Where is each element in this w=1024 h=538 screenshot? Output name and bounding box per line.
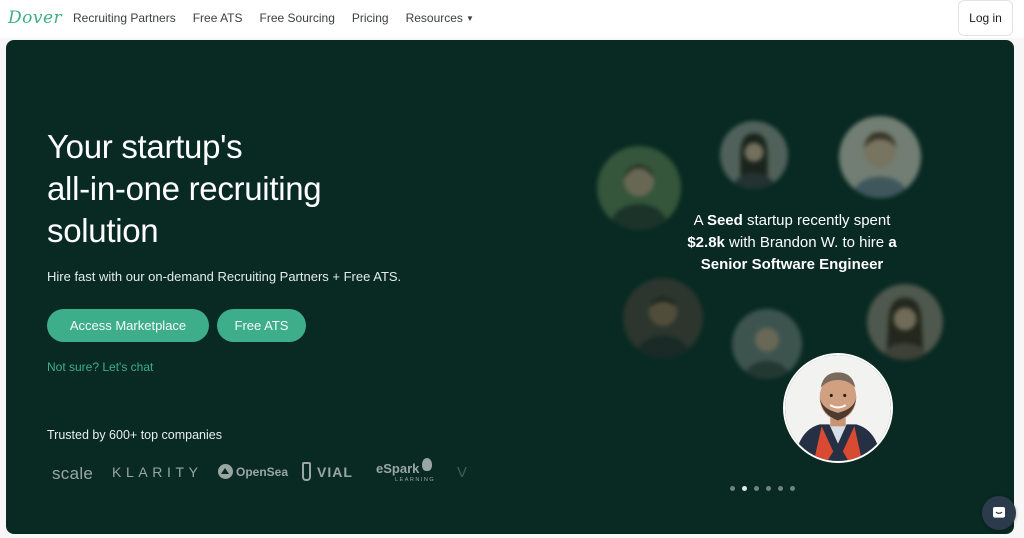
hero-headline: Your startup's all-in-one recruiting sol…	[47, 126, 467, 252]
hero-subhead: Hire fast with our on-demand Recruiting …	[47, 269, 402, 284]
testimonial-text: A Seed startup recently spent $2.8k with…	[644, 210, 940, 276]
carousel-dot[interactable]	[766, 486, 771, 491]
carousel-dot[interactable]	[778, 486, 783, 491]
opensea-logo-text: OpenSea	[236, 464, 289, 479]
candidate-avatar-blurred	[867, 284, 943, 360]
login-button[interactable]: Log in	[958, 0, 1013, 36]
carousel-dot[interactable]	[754, 486, 759, 491]
recruiter-photo	[783, 353, 893, 463]
candidate-avatar-blurred	[732, 309, 802, 379]
nav-link-resources-label: Resources	[405, 11, 463, 25]
hero-section: Your startup's all-in-one recruiting sol…	[6, 40, 1014, 534]
caret-down-icon: ▼	[465, 14, 474, 23]
lets-chat-link[interactable]: Not sure? Let's chat	[47, 360, 153, 374]
testimonial-article: a	[888, 234, 897, 251]
nav-links: Recruiting Partners Free ATS Free Sourci…	[73, 11, 474, 25]
testimonial-role: Senior Software Engineer	[700, 256, 884, 273]
company-logos: scale KLARITY OpenSea VIAL eSpark LEARNI…	[52, 456, 470, 492]
top-nav: Dover Recruiting Partners Free ATS Free …	[0, 0, 1024, 38]
headline-line-3: solution	[47, 212, 159, 249]
carousel-dot-active[interactable]	[742, 486, 747, 491]
candidate-avatar-blurred	[839, 116, 921, 198]
nav-link-recruiting-partners[interactable]: Recruiting Partners	[73, 11, 176, 25]
candidate-avatar-blurred	[623, 278, 703, 358]
faded-logo: V	[457, 464, 468, 481]
dover-logo[interactable]: Dover	[8, 8, 62, 28]
vial-icon	[302, 462, 311, 481]
headline-line-1: Your startup's	[47, 128, 243, 165]
espark-logo-subtext: LEARNING	[395, 477, 436, 483]
testimonial-part-1: A	[693, 212, 707, 229]
headline-line-2: all-in-one recruiting	[47, 170, 322, 207]
scale-logo: scale	[52, 464, 94, 483]
chat-icon	[993, 507, 1005, 518]
testimonial-part-3: with Brandon W. to hire	[724, 234, 889, 251]
nav-link-free-sourcing[interactable]: Free Sourcing	[260, 11, 335, 25]
carousel-dot[interactable]	[730, 486, 735, 491]
opensea-logo: OpenSea	[218, 464, 288, 479]
lightbulb-icon	[422, 458, 432, 471]
trusted-by-text: Trusted by 600+ top companies	[47, 428, 222, 442]
testimonial-part-2: startup recently spent	[742, 212, 891, 229]
opensea-icon	[218, 464, 233, 479]
espark-logo-text: eSpark	[376, 461, 420, 476]
free-ats-button[interactable]: Free ATS	[217, 309, 306, 342]
nav-link-free-ats[interactable]: Free ATS	[193, 11, 243, 25]
nav-link-pricing[interactable]: Pricing	[352, 11, 389, 25]
klarity-logo: KLARITY	[112, 464, 203, 480]
carousel-dots	[730, 486, 795, 491]
testimonial-stage: Seed	[706, 212, 743, 229]
vial-logo: VIAL	[302, 462, 353, 481]
testimonial-amount: $2.8k	[687, 234, 725, 251]
chat-widget-button[interactable]	[982, 496, 1016, 530]
nav-link-resources[interactable]: Resources ▼	[406, 11, 474, 25]
access-marketplace-button[interactable]: Access Marketplace	[47, 309, 209, 342]
vial-logo-text: VIAL	[317, 463, 353, 480]
candidate-avatar-blurred	[720, 121, 788, 189]
carousel-dot[interactable]	[790, 486, 795, 491]
espark-logo: eSpark LEARNING	[376, 458, 436, 483]
